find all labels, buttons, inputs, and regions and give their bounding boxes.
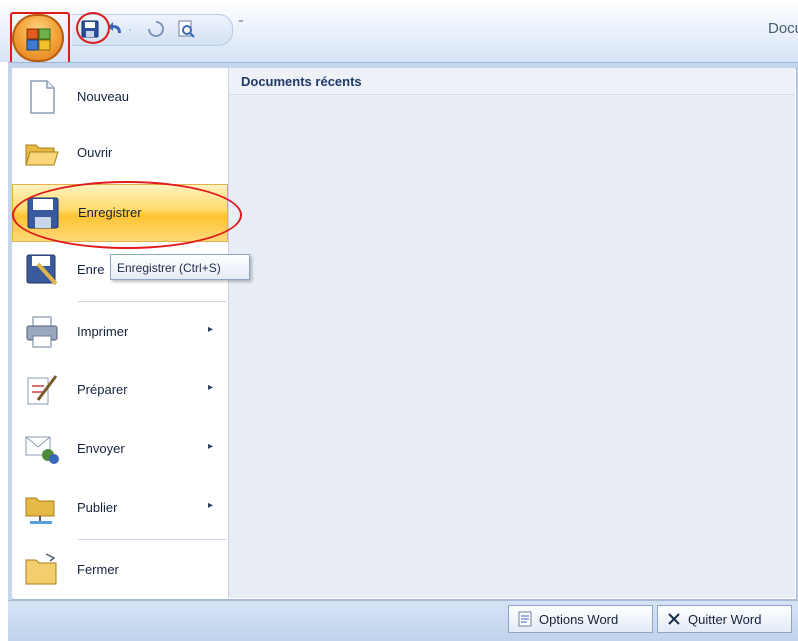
menu-item-enregistrer[interactable]: Enregistrer	[12, 184, 228, 242]
publish-icon	[25, 497, 55, 524]
close-icon	[668, 613, 680, 625]
print-preview-icon[interactable]	[176, 19, 196, 39]
menu-item-label: Envoyer	[77, 441, 125, 456]
save-icon[interactable]	[80, 19, 100, 39]
recent-documents-title: Documents récents	[241, 74, 362, 89]
menu-separator	[78, 301, 226, 302]
submenu-arrow-icon: ▸	[208, 382, 214, 393]
quick-access-toolbar: ·	[72, 14, 233, 46]
quit-word-label: Quitter Word	[688, 612, 762, 627]
word-options-label: Options Word	[539, 612, 619, 627]
new-document-icon	[30, 80, 55, 114]
customize-qat-icon[interactable]: ⁼	[238, 16, 244, 29]
menu-item-label: Enregistrer	[78, 205, 142, 220]
submenu-arrow-icon: ▸	[208, 441, 214, 452]
office-logo-icon	[26, 28, 51, 51]
menu-item-ouvrir[interactable]: Ouvrir	[12, 125, 228, 181]
menu-item-imprimer[interactable]: Imprimer ▸	[12, 304, 228, 360]
save-icon	[27, 197, 59, 229]
send-icon	[25, 436, 59, 464]
menu-item-label: Préparer	[77, 382, 128, 397]
options-icon	[518, 611, 532, 627]
menu-item-label: Imprimer	[77, 324, 129, 339]
recent-documents-header: Documents récents	[229, 68, 795, 95]
menu-item-label: Publier	[77, 500, 118, 515]
menu-item-label: Ouvrir	[77, 145, 113, 160]
office-button[interactable]	[12, 14, 64, 62]
menu-item-nouveau[interactable]: Nouveau	[12, 69, 228, 125]
recent-documents-panel	[229, 68, 795, 598]
menu-item-label: Nouveau	[77, 89, 130, 104]
menu-item-label: Fermer	[77, 562, 119, 577]
tooltip: Enregistrer (Ctrl+S)	[110, 254, 250, 280]
quit-word-button[interactable]: Quitter Word	[657, 605, 792, 633]
menu-item-fermer[interactable]: Fermer	[12, 542, 228, 598]
close-folder-icon	[25, 553, 57, 585]
submenu-arrow-icon: ▸	[208, 500, 214, 511]
open-folder-icon	[25, 144, 59, 166]
undo-icon[interactable]	[106, 19, 126, 39]
menu-separator	[78, 539, 226, 540]
prepare-icon	[27, 375, 58, 405]
printer-icon	[26, 316, 58, 348]
window-title: Docu	[768, 20, 798, 37]
submenu-arrow-icon: ▸	[208, 324, 214, 335]
repeat-icon[interactable]	[146, 19, 166, 39]
undo-dropdown-icon[interactable]: ·	[128, 24, 132, 36]
save-as-icon	[26, 254, 58, 286]
menu-item-envoyer[interactable]: Envoyer ▸	[12, 421, 228, 477]
menu-item-label: Enre	[77, 262, 105, 277]
menu-item-preparer[interactable]: Préparer ▸	[12, 362, 228, 418]
word-options-button[interactable]: Options Word	[508, 605, 653, 633]
menu-item-publier[interactable]: Publier ▸	[12, 480, 228, 536]
